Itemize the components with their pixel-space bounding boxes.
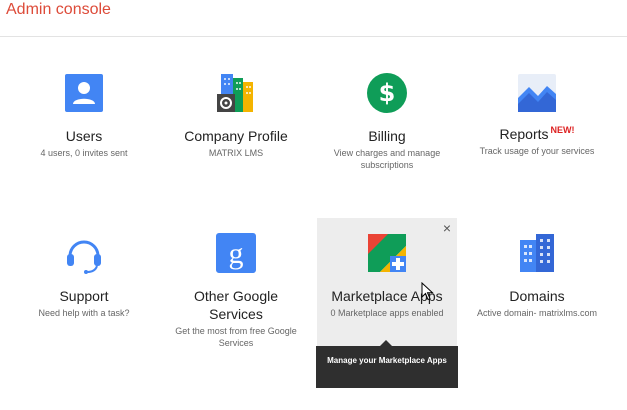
tile-description: Need help with a task? [38, 308, 130, 318]
tile-description: 0 Marketplace apps enabled [330, 308, 444, 318]
tile-domains[interactable]: Domains Active domain- matrixlms.com [467, 232, 607, 319]
tile-company-profile[interactable]: Company Profile MATRIX LMS [166, 72, 306, 159]
tile-title: Reports NEW! [467, 121, 607, 143]
tile-users[interactable]: Users 4 users, 0 invites sent [14, 72, 154, 159]
tile-other-google-services[interactable]: g Other Google Services Get the most fro… [166, 232, 306, 349]
tile-title: Support [59, 288, 109, 304]
app-title: Admin console [6, 1, 111, 18]
billing-icon: $ [367, 73, 407, 113]
tile-title: Domains [509, 288, 565, 304]
tile-description: Active domain- matrixlms.com [476, 308, 598, 318]
tile-title: Billing [368, 128, 406, 144]
tile-support[interactable]: Support Need help with a task? [14, 232, 154, 319]
domains-icon [520, 234, 554, 272]
new-badge: NEW! [550, 125, 575, 135]
tile-description: Track usage of your services [479, 146, 595, 156]
tile-title: Other Google Services [193, 288, 279, 322]
header-bar: Admin console [0, 0, 627, 37]
tile-description: Get the most from free Google Services [175, 326, 297, 348]
tile-billing[interactable]: $ Billing View charges and manage subscr… [317, 72, 457, 171]
users-icon [65, 74, 103, 112]
support-icon [67, 240, 101, 274]
svg-text:g: g [229, 237, 244, 270]
tile-title-text: Reports [499, 126, 549, 142]
marketplace-icon [368, 234, 406, 272]
tile-title: Marketplace Apps [331, 288, 443, 304]
marketplace-tooltip: Manage your Marketplace Apps [316, 340, 458, 388]
mouse-cursor-icon [421, 282, 434, 301]
reports-icon [518, 74, 556, 112]
svg-text:$: $ [379, 79, 396, 107]
tile-description: 4 users, 0 invites sent [40, 148, 128, 158]
tile-description: View charges and manage subscriptions [333, 148, 441, 170]
tile-title: Company Profile [184, 128, 288, 144]
company-profile-icon [217, 74, 253, 112]
tile-description: MATRIX LMS [208, 148, 264, 158]
tile-title: Users [65, 128, 103, 144]
tile-reports[interactable]: Reports NEW! Track usage of your services [467, 72, 607, 157]
google-services-icon: g [216, 233, 256, 273]
tile-marketplace-apps[interactable]: Marketplace Apps 0 Marketplace apps enab… [317, 232, 457, 319]
